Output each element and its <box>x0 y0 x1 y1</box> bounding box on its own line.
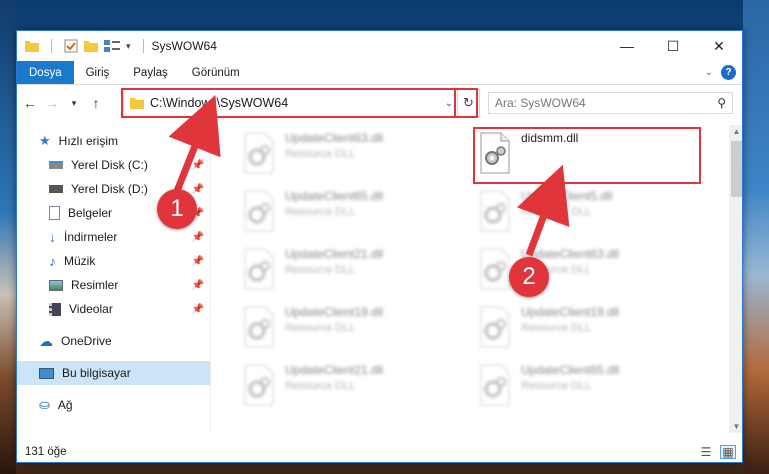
step-2-badge: 2 <box>509 257 549 297</box>
arrow-step-2 <box>516 164 570 257</box>
step-1-badge: 1 <box>157 189 197 229</box>
desktop-background-right <box>743 0 769 474</box>
annotation-arrows <box>168 95 570 257</box>
explorer-window: ▾ SysWOW64 — ☐ ✕ Dosya Giriş Paylaş Görü… <box>16 30 743 463</box>
desktop-background-left <box>0 0 16 474</box>
arrow-step-1 <box>168 95 221 193</box>
